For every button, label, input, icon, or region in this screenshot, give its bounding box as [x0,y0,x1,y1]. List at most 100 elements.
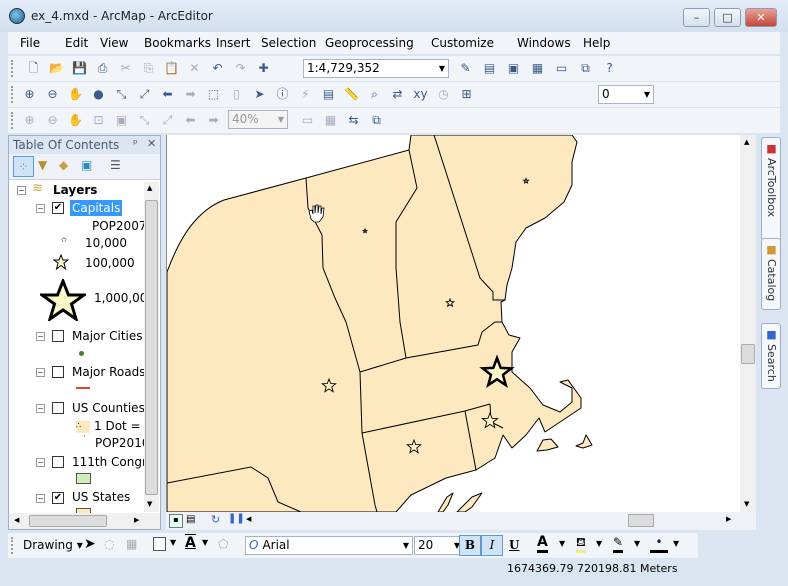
scroll-right-icon[interactable]: ▶ [726,515,731,523]
fixed-zoom-in-icon[interactable]: ⤡ [112,85,131,104]
menu-customize[interactable]: Customize [431,36,494,50]
select-elements-icon[interactable]: ➤ [84,536,96,552]
scroll-left-icon[interactable]: ◀ [14,516,19,524]
chevron-down-icon[interactable]: ▼ [170,538,176,547]
toc-horizontal-scrollbar[interactable]: ◀ ▶ [9,513,160,529]
layer-us-counties[interactable]: US Counties [72,401,144,415]
collapse-icon[interactable]: − [17,186,26,195]
data-driven-pages-icon[interactable]: ⧉ [367,111,386,130]
layer-checkbox-major-cities[interactable] [52,330,64,342]
fixed-zoom-in-icon[interactable]: ⤡ [135,111,154,130]
map-vertical-scrollbar[interactable]: ▲ ▼ [740,135,756,512]
toggle-draft-icon[interactable]: ▭ [298,111,317,130]
scroll-down-icon[interactable]: ▼ [744,500,749,508]
identify-icon[interactable]: ⓘ [273,85,292,104]
scroll-left-icon[interactable]: ◀ [246,515,251,523]
tab-catalog[interactable]: ■ Catalog [761,238,781,310]
zoom-whole-page-icon[interactable]: ⊡ [89,111,108,130]
layer-us-states[interactable]: US States [72,490,130,504]
layer-111th-congress[interactable]: 111th Congre [72,455,144,469]
scroll-thumb[interactable] [628,514,654,527]
collapse-icon[interactable]: − [36,404,45,413]
layer-capitals[interactable]: Capitals [70,200,123,216]
layer-major-cities[interactable]: Major Cities [72,329,143,343]
data-frame-layers[interactable]: Layers [53,183,97,197]
options-icon[interactable]: ☰ [110,158,121,172]
fill-color-icon[interactable]: ⛾ [576,535,586,553]
line-color-icon[interactable]: ✎ [613,535,624,553]
menu-insert[interactable]: Insert [216,36,250,50]
scroll-right-icon[interactable]: ▶ [134,516,139,524]
list-by-drawing-order-icon[interactable]: ⁘ [13,156,34,177]
back-extent-icon[interactable]: ⬅ [181,111,200,130]
print-icon[interactable]: ⎙ [93,59,112,78]
collapse-icon[interactable]: − [36,332,45,341]
collapse-icon[interactable]: − [36,368,45,377]
full-extent-icon[interactable]: ● [89,85,108,104]
toolbar-grip[interactable] [11,537,14,554]
tab-search[interactable]: ■ Search [761,323,781,389]
map-scale-combo[interactable]: 1:4,729,352 ▼ [303,59,449,78]
select-element-icon[interactable]: ➤ [250,85,269,104]
refresh-icon[interactable]: ↻ [211,513,220,526]
scroll-thumb[interactable] [741,344,755,364]
paste-icon[interactable]: 📋 [162,59,181,78]
open-icon[interactable]: 📂 [47,59,66,78]
add-data-icon[interactable]: ✚ [254,59,273,78]
help-icon[interactable]: ? [600,59,619,78]
marker-color-icon[interactable]: • [650,535,668,553]
save-icon[interactable]: 💾 [70,59,89,78]
layer-checkbox-us-states[interactable]: ✔ [52,492,64,504]
editor-icon[interactable]: ✎ [456,59,475,78]
back-icon[interactable]: ⬅ [158,85,177,104]
layout-zoom-in-icon[interactable]: ⊕ [20,111,39,130]
layer-checkbox-111th-congress[interactable] [52,456,64,468]
time-slider-icon[interactable]: ◷ [434,85,453,104]
chevron-down-icon[interactable]: ▼ [596,539,602,548]
scroll-thumb[interactable] [29,515,107,527]
python-icon[interactable]: ▭ [552,59,571,78]
pause-drawing-icon[interactable]: ❚❚ [228,513,245,524]
bold-button[interactable]: B [459,535,481,556]
fixed-zoom-out-icon[interactable]: ⤢ [135,85,154,104]
chevron-down-icon[interactable]: ▼ [634,539,640,548]
font-color-button[interactable]: A [537,535,548,553]
zoom-100-icon[interactable]: ▣ [112,111,131,130]
underline-button[interactable]: U [509,538,519,552]
layer-checkbox-capitals[interactable]: ✔ [52,202,64,214]
forward-icon[interactable]: ➡ [181,85,200,104]
toolbar-grip[interactable] [11,60,14,77]
collapse-icon[interactable]: − [36,204,45,213]
menu-help[interactable]: Help [583,36,610,50]
pin-icon[interactable]: ᵖ [133,137,138,150]
chevron-down-icon[interactable]: ▼ [559,539,565,548]
scroll-down-icon[interactable]: ▼ [147,500,152,508]
menu-selection[interactable]: Selection [261,36,316,50]
scroll-thumb[interactable] [145,200,158,495]
new-icon[interactable]: 🗋 [24,59,43,78]
delete-icon[interactable]: ✕ [185,59,204,78]
map-canvas[interactable] [167,135,740,512]
pan-icon[interactable]: ✋ [66,85,85,104]
scroll-up-icon[interactable]: ▲ [147,184,152,192]
forward-extent-icon[interactable]: ➡ [204,111,223,130]
zoom-in-icon[interactable]: ⊕ [20,85,39,104]
layout-view-button[interactable]: ▤ [186,514,195,525]
layer-major-roads[interactable]: Major Roads [72,365,144,379]
find-icon[interactable]: ⌕ [365,85,384,104]
menu-view[interactable]: View [100,36,128,50]
toolbar-grip[interactable] [11,112,14,129]
font-size-combo[interactable]: 20 ▼ [414,536,464,555]
measure-icon[interactable]: 📏 [342,85,361,104]
focus-frame-icon[interactable]: ▦ [321,111,340,130]
rotate-icon[interactable]: ◌ [104,537,114,551]
rectangle-tool-icon[interactable] [153,537,166,551]
layout-zoom-combo[interactable]: 40% ▼ [228,110,288,129]
chevron-down-icon[interactable]: ▼ [673,539,679,548]
html-popup-icon[interactable]: ▤ [319,85,338,104]
maximize-button[interactable]: □ [714,8,741,27]
edit-vertices-icon[interactable]: ⬠ [218,537,228,551]
list-by-visibility-icon[interactable]: ◆ [59,158,68,172]
menu-edit[interactable]: Edit [65,36,88,50]
layout-pan-icon[interactable]: ✋ [66,111,85,130]
